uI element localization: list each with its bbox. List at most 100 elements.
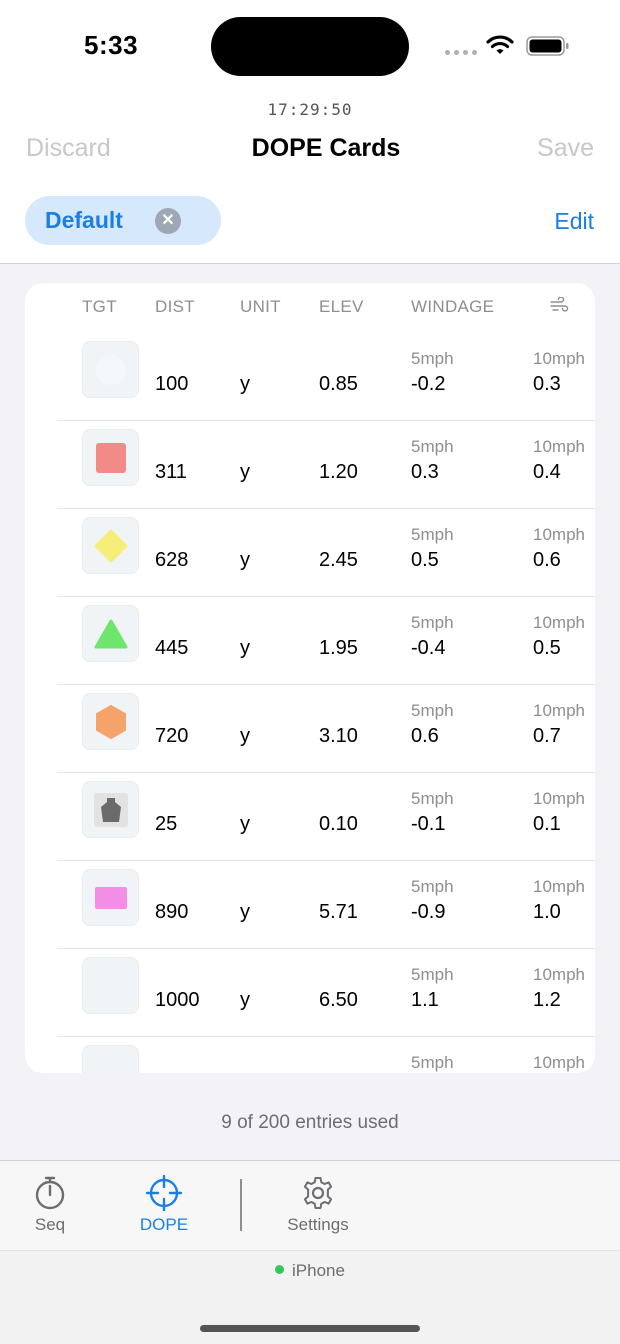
header-unit: UNIT — [240, 297, 281, 316]
windage-10mph-value: 0.1 — [533, 813, 561, 835]
elev-cell: 3.10 — [319, 725, 358, 747]
windage-5mph-value: -0.9 — [411, 901, 446, 923]
target-shape-icon — [82, 341, 139, 398]
table-row[interactable]: 1000 y 6.50 5mph 1.1 10mph 1.2 — [25, 949, 595, 1037]
tab-dope-label: DOPE — [139, 1215, 189, 1234]
tab-settings-label: Settings — [287, 1215, 349, 1234]
windage-10mph-label: 10mph — [533, 877, 585, 896]
windage-5mph-label: 5mph — [411, 1053, 454, 1072]
windage-5mph-value: -0.2 — [411, 373, 446, 395]
windage-5mph-label: 5mph — [411, 613, 454, 632]
gear-icon — [303, 1177, 333, 1209]
unit-cell: y — [240, 901, 250, 923]
windage-10mph-value: 0.7 — [533, 725, 561, 747]
table-row[interactable]: 5mph 10mph — [25, 1037, 595, 1073]
table-row[interactable]: 628 y 2.45 5mph 0.5 10mph 0.6 — [25, 509, 595, 597]
tab-bar: Seq DOPE Settings — [0, 1160, 620, 1250]
elev-cell: 0.10 — [319, 813, 358, 835]
unit-cell: y — [240, 637, 250, 659]
windage-5mph-label: 5mph — [411, 525, 454, 544]
windage-5mph-label: 5mph — [411, 701, 454, 720]
windage-5mph-value: -0.1 — [411, 813, 446, 835]
windage-10mph-value: 0.6 — [533, 549, 561, 571]
table-row[interactable]: 311 y 1.20 5mph 0.3 10mph 0.4 — [25, 421, 595, 509]
dist-cell: 25 — [155, 813, 178, 835]
target-shape-icon — [82, 869, 139, 926]
tab-seq[interactable]: Seq — [0, 1161, 100, 1251]
header-elev: ELEV — [319, 297, 364, 316]
tab-seq-label: Seq — [34, 1215, 66, 1234]
table-row[interactable]: 25 y 0.10 5mph -0.1 10mph 0.1 — [25, 773, 595, 861]
dist-cell: 890 — [155, 901, 189, 923]
elev-cell: 5.71 — [319, 901, 358, 923]
windage-5mph-value: 1.1 — [411, 989, 439, 1011]
save-button[interactable]: Save — [537, 134, 594, 163]
windage-10mph-value: 1.2 — [533, 989, 561, 1011]
tab-settings[interactable]: Settings — [268, 1161, 368, 1251]
entries-count: 9 of 200 entries used — [221, 1112, 399, 1133]
elev-cell: 1.20 — [319, 461, 358, 483]
wifi-icon — [486, 35, 514, 54]
table-row[interactable]: 720 y 3.10 5mph 0.6 10mph 0.7 — [25, 685, 595, 773]
windage-5mph-label: 5mph — [411, 349, 454, 368]
windage-10mph-value: 0.4 — [533, 461, 561, 483]
device-status: iPhone — [0, 1261, 620, 1281]
page-title: DOPE Cards — [251, 134, 401, 162]
header-windage: WINDAGE — [411, 297, 495, 316]
filter-chip-default[interactable]: Default ✕ — [25, 196, 221, 245]
unit-cell: y — [240, 373, 250, 395]
device-bar: iPhone — [0, 1250, 620, 1344]
clock-readout: 17:29:50 — [267, 100, 353, 119]
target-shape-icon — [82, 693, 139, 750]
battery-icon — [526, 36, 569, 56]
edit-button[interactable]: Edit — [554, 208, 594, 235]
elev-cell: 6.50 — [319, 989, 358, 1011]
windage-5mph-label: 5mph — [411, 877, 454, 896]
target-shape-icon — [82, 429, 139, 486]
dist-cell: 628 — [155, 549, 189, 571]
dist-cell: 1000 — [155, 989, 200, 1011]
stopwatch-icon — [35, 1176, 65, 1210]
windage-10mph-label: 10mph — [533, 1053, 585, 1072]
header-dist: DIST — [155, 297, 195, 316]
header-area: 5:33 17:29:50 Discard DOPE Cards Save De… — [0, 0, 620, 264]
elev-cell: 2.45 — [319, 549, 358, 571]
target-shape-icon — [82, 517, 139, 574]
windage-10mph-value: 0.3 — [533, 373, 561, 395]
windage-5mph-value: 0.3 — [411, 461, 439, 483]
windage-10mph-label: 10mph — [533, 437, 585, 456]
dynamic-island — [211, 17, 409, 76]
windage-5mph-value: 0.5 — [411, 549, 439, 571]
windage-10mph-value: 0.5 — [533, 637, 561, 659]
elev-cell: 1.95 — [319, 637, 358, 659]
windage-10mph-label: 10mph — [533, 965, 585, 984]
tab-divider — [240, 1179, 242, 1231]
windage-5mph-label: 5mph — [411, 437, 454, 456]
device-label: iPhone — [292, 1261, 345, 1280]
elev-cell: 0.85 — [319, 373, 358, 395]
connection-status-dot — [275, 1265, 285, 1275]
target-shape-icon — [82, 1045, 139, 1073]
windage-10mph-label: 10mph — [533, 613, 585, 632]
status-time: 5:33 — [84, 30, 139, 60]
dope-table: TGT DIST UNIT ELEV WINDAGE 100 y 0.85 5mph -… — [25, 283, 595, 1073]
wind-icon — [550, 297, 569, 312]
target-shape-icon — [82, 605, 139, 662]
tab-dope[interactable]: DOPE — [114, 1161, 214, 1251]
dist-cell: 100 — [155, 373, 189, 395]
windage-5mph-label: 5mph — [411, 789, 454, 808]
table-row[interactable]: 445 y 1.95 5mph -0.4 10mph 0.5 — [25, 597, 595, 685]
table-row[interactable]: 100 y 0.85 5mph -0.2 10mph 0.3 — [25, 333, 595, 421]
clear-filter-icon[interactable]: ✕ — [155, 208, 181, 234]
target-shape-icon — [82, 957, 139, 1014]
windage-10mph-label: 10mph — [533, 525, 585, 544]
table-row[interactable]: 890 y 5.71 5mph -0.9 10mph 1.0 — [25, 861, 595, 949]
windage-10mph-label: 10mph — [533, 701, 585, 720]
unit-cell: y — [240, 549, 250, 571]
windage-10mph-label: 10mph — [533, 349, 585, 368]
crosshair-icon — [146, 1175, 182, 1211]
target-shape-icon — [82, 781, 139, 838]
windage-5mph-value: -0.4 — [411, 637, 446, 659]
cellular-signal-icon — [445, 50, 477, 55]
home-indicator[interactable] — [200, 1325, 420, 1332]
